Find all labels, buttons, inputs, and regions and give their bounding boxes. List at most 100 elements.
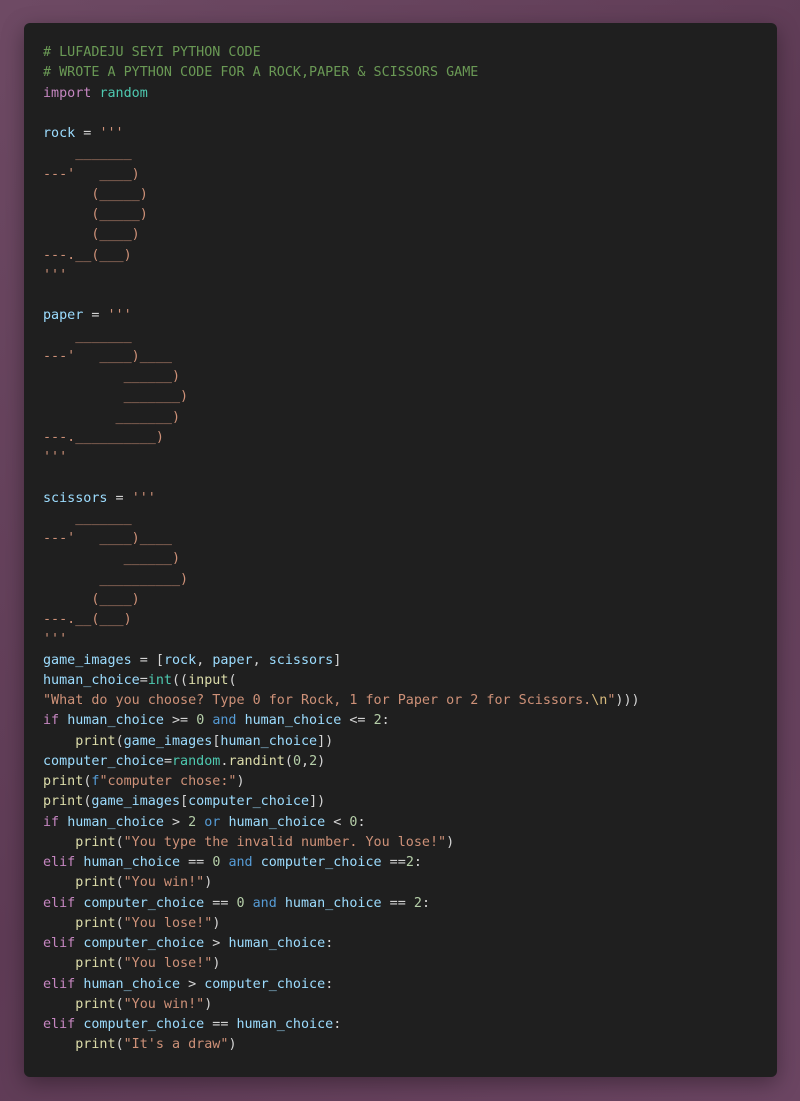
code-token: human_choice bbox=[83, 855, 181, 870]
code-token: human_choice bbox=[67, 713, 164, 729]
code-token: ( bbox=[115, 996, 124, 1012]
code-line: _______ bbox=[43, 327, 777, 347]
code-token: game_images bbox=[43, 652, 132, 668]
code-token: print bbox=[43, 794, 84, 810]
code-line: elif human_choice > computer_choice: bbox=[43, 975, 777, 995]
code-token: ''' bbox=[107, 308, 132, 324]
code-token: print bbox=[75, 996, 116, 1012]
code-token: "You lose!" bbox=[123, 915, 213, 931]
code-token: == bbox=[204, 895, 237, 911]
code-line: # LUFADEJU SEYI PYTHON CODE bbox=[43, 43, 777, 63]
code-token: ( bbox=[115, 834, 124, 850]
code-line: (_____) bbox=[43, 185, 777, 205]
code-line: _______ bbox=[43, 509, 777, 529]
code-token: ) bbox=[236, 774, 245, 789]
code-token: if bbox=[43, 814, 60, 830]
code-token: ---.__(___) bbox=[43, 247, 132, 263]
code-token: computer_choice bbox=[260, 855, 382, 870]
code-token: print bbox=[75, 956, 116, 972]
code-token: ''' bbox=[131, 490, 156, 506]
code-token: paper bbox=[212, 652, 253, 668]
code-line: _______) bbox=[43, 408, 777, 428]
code-token: ] bbox=[333, 652, 342, 668]
code-token: : bbox=[357, 814, 366, 830]
code-token: = bbox=[163, 753, 172, 769]
code-token: ]) bbox=[309, 794, 326, 810]
code-token: int bbox=[147, 672, 172, 688]
code-token: scissors bbox=[43, 490, 108, 506]
code-token: = [ bbox=[131, 652, 164, 668]
code-line: ''' bbox=[43, 448, 777, 468]
code-line: print("You lose!") bbox=[43, 954, 777, 974]
code-line: print("You win!") bbox=[43, 873, 777, 893]
code-token: and bbox=[212, 713, 237, 729]
code-token: \n bbox=[591, 693, 608, 708]
code-token: 2 bbox=[188, 814, 197, 830]
code-token: ''' bbox=[43, 267, 68, 283]
code-line: rock = ''' bbox=[43, 124, 777, 144]
code-line: print(game_images[computer_choice]) bbox=[43, 792, 777, 812]
code-token: (____) bbox=[43, 591, 140, 607]
code-token: < bbox=[325, 814, 350, 830]
code-token: ( bbox=[284, 753, 293, 769]
code-token: random bbox=[99, 85, 148, 101]
code-line: elif computer_choice == 0 and human_choi… bbox=[43, 894, 777, 914]
code-token: "You win!" bbox=[123, 875, 205, 891]
code-token: : bbox=[325, 936, 334, 951]
code-token: _______) bbox=[43, 409, 181, 425]
code-token: _______ bbox=[43, 146, 132, 162]
code-token: ))) bbox=[615, 693, 640, 708]
code-line: (_____) bbox=[43, 205, 777, 225]
code-token: 2 bbox=[373, 713, 382, 729]
code-line: ______) bbox=[43, 549, 777, 569]
code-token: (_____) bbox=[43, 207, 148, 222]
code-token: _______) bbox=[43, 389, 189, 405]
code-token: ( bbox=[115, 915, 124, 931]
code-token: _______ bbox=[43, 328, 132, 344]
code-line: print("It's a draw") bbox=[43, 1035, 777, 1055]
code-token: computer_choice bbox=[188, 794, 310, 810]
code-line: print(f"computer chose:") bbox=[43, 772, 777, 792]
code-line: _______) bbox=[43, 387, 777, 407]
code-token: "You lose!" bbox=[123, 956, 213, 972]
code-token: human_choice bbox=[67, 814, 164, 830]
code-token: human_choice bbox=[228, 936, 326, 951]
code-token: rock bbox=[43, 126, 76, 141]
code-token: ---.__(___) bbox=[43, 612, 132, 627]
code-token: ---' ____) bbox=[43, 166, 140, 182]
code-line: # WROTE A PYTHON CODE FOR A ROCK,PAPER &… bbox=[43, 63, 777, 83]
code-token: 0 bbox=[292, 753, 301, 769]
code-token: <= bbox=[341, 713, 374, 729]
code-line: print("You win!") bbox=[43, 995, 777, 1015]
code-token: ) bbox=[446, 834, 455, 850]
code-token: ( bbox=[228, 672, 237, 688]
code-token: human_choice bbox=[83, 976, 181, 992]
code-token: human_choice bbox=[220, 733, 318, 749]
code-token: 2 bbox=[309, 753, 318, 769]
code-token: > bbox=[204, 936, 229, 951]
code-token: randint bbox=[228, 753, 285, 769]
code-token: : bbox=[333, 1017, 342, 1032]
code-token: ( bbox=[115, 1037, 124, 1053]
code-token: = bbox=[107, 490, 132, 506]
code-line: elif computer_choice > human_choice: bbox=[43, 934, 777, 954]
code-token: print bbox=[43, 774, 84, 789]
code-line: print("You lose!") bbox=[43, 914, 777, 934]
code-token: print bbox=[75, 915, 116, 931]
code-line: game_images = [rock, paper, scissors] bbox=[43, 651, 777, 671]
code-token: "What do you choose? Type 0 for Rock, 1 … bbox=[43, 693, 592, 708]
code-token: = bbox=[139, 672, 148, 688]
code-token: elif bbox=[43, 976, 76, 992]
code-token: ) bbox=[228, 1037, 237, 1053]
code-token: ---' ____)____ bbox=[43, 531, 172, 546]
code-block: # LUFADEJU SEYI PYTHON CODE # WROTE A PYT… bbox=[43, 43, 777, 1056]
code-token: __________) bbox=[43, 571, 189, 587]
code-token: ( bbox=[115, 875, 124, 891]
